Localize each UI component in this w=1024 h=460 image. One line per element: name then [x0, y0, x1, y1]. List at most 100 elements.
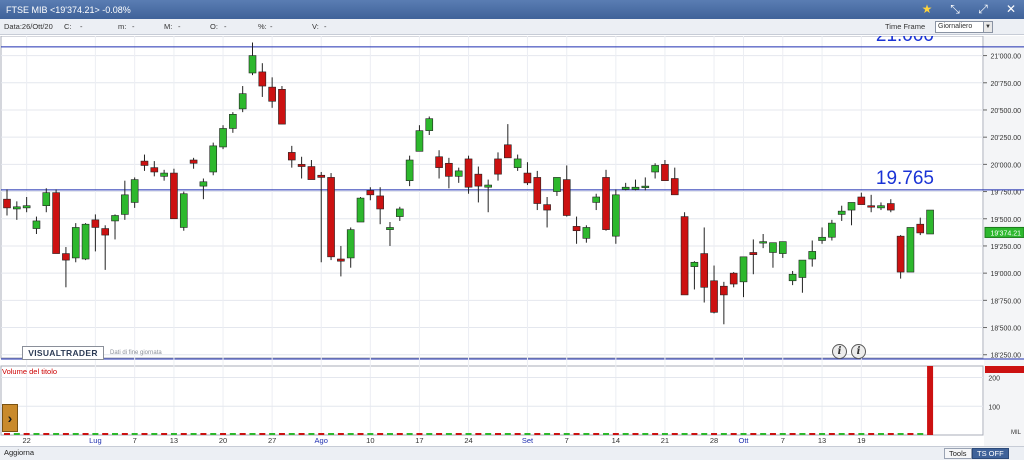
candle-body: [720, 285, 728, 296]
price-tick-label: 20'250.00: [990, 135, 1021, 142]
volume-tick-label: 200: [988, 376, 1000, 383]
time-tick-label: 24: [464, 436, 472, 445]
candle-body: [219, 128, 227, 148]
time-tick-label: 13: [818, 436, 826, 445]
candle-body: [268, 86, 276, 102]
timeframe-select[interactable]: Giornaliero ▼: [935, 21, 993, 33]
price-tick-label: 19'250.00: [990, 244, 1021, 251]
candle-body: [42, 192, 51, 207]
tools-button[interactable]: Tools: [944, 448, 972, 459]
price-tick-label: 21'000.00: [990, 54, 1021, 61]
bottom-toolbar: Aggiorna Tools TS OFF: [0, 446, 1024, 460]
info-icon-2[interactable]: i: [851, 344, 866, 359]
candle-body: [435, 156, 443, 168]
candle-body: [661, 164, 669, 181]
max-value: -: [178, 22, 181, 31]
candle-body: [22, 205, 31, 209]
time-tick-label: 22: [22, 436, 30, 445]
candle-body: [572, 226, 581, 232]
candle-body: [52, 192, 60, 254]
info-icon[interactable]: i: [832, 344, 847, 359]
close-value: -: [80, 22, 83, 31]
time-tick-label: 28: [710, 436, 718, 445]
candle-body: [425, 118, 434, 131]
candle-body: [543, 204, 551, 211]
candle-body: [710, 280, 718, 313]
volume-value: -: [324, 22, 327, 31]
candle-body: [916, 223, 925, 234]
candle-body: [562, 179, 571, 216]
date-field: Data:26/Ott/20: [4, 22, 53, 31]
dropdown-arrow-icon[interactable]: ▼: [983, 22, 992, 32]
time-tick-label: Set: [522, 436, 534, 445]
candle-body: [121, 194, 129, 215]
candle-body: [170, 172, 178, 220]
candle-body: [199, 181, 208, 187]
candle-body: [690, 261, 699, 267]
visualtrader-logo: VISUALTRADER: [22, 346, 104, 360]
candle-body: [287, 152, 296, 161]
candle-body: [189, 159, 198, 164]
candle-body: [641, 185, 650, 188]
candle-body: [81, 223, 90, 260]
candle-body: [91, 219, 100, 228]
candle-body: [356, 197, 365, 223]
candle-body: [533, 177, 542, 204]
collapse-icon[interactable]: ⤢: [976, 2, 990, 17]
candle-body: [700, 253, 709, 288]
pct-value: -: [270, 22, 273, 31]
candle-body: [376, 195, 384, 210]
time-tick-label: Ago: [315, 436, 328, 445]
candle-body: [808, 251, 817, 260]
refresh-label[interactable]: Aggiorna: [4, 448, 34, 457]
price-tick-label: 18'750.00: [990, 298, 1021, 305]
time-tick-label: 21: [661, 436, 669, 445]
candle-body: [553, 177, 561, 192]
candle-body: [297, 164, 306, 167]
level-label: 19.765: [876, 168, 934, 189]
candle-body: [494, 158, 502, 175]
candle-body: [238, 93, 247, 110]
candle-body: [248, 55, 257, 74]
time-tick-label: 7: [781, 436, 785, 445]
expand-panel-arrow-icon[interactable]: ›: [2, 404, 18, 432]
volume-panel-title: Volume del titolo: [2, 367, 58, 376]
time-tick-label: 7: [565, 436, 569, 445]
candle-body: [278, 89, 286, 125]
volume-label: V:: [312, 22, 319, 31]
open-label: O:: [210, 22, 218, 31]
time-tick-label: 20: [219, 436, 227, 445]
candle-body: [877, 205, 885, 209]
candle-body: [346, 229, 355, 259]
candle-body: [886, 203, 895, 211]
time-tick-label: 17: [415, 436, 423, 445]
candle-body: [680, 216, 689, 296]
candle-body: [818, 236, 826, 241]
logo-subtitle: Dati di fine giornata: [110, 350, 162, 356]
pct-label: %:: [258, 22, 267, 31]
time-tick-label: 13: [170, 436, 178, 445]
candle-body: [749, 252, 758, 255]
chart-area[interactable]: 21'000.00 20'750.00 20'500.00 20'250.00 20'0…: [0, 36, 1024, 446]
candle-body: [769, 242, 777, 253]
candle-body: [828, 222, 836, 238]
ts-off-button[interactable]: TS OFF: [972, 448, 1009, 459]
expand-icon[interactable]: ⤡: [948, 2, 962, 17]
price-tick-label: 18'250.00: [990, 353, 1021, 360]
candle-body: [111, 215, 119, 222]
time-tick-label: Ott: [738, 436, 749, 445]
candle-body: [592, 196, 601, 203]
candle-body: [258, 71, 267, 87]
close-icon[interactable]: ✕: [1004, 2, 1018, 17]
star-icon[interactable]: ★: [920, 2, 934, 17]
candle-body: [739, 256, 748, 283]
candle-body: [71, 227, 80, 259]
candle-body: [229, 114, 237, 129]
price-tick-label: 20'500.00: [990, 108, 1021, 115]
candle-body: [454, 170, 463, 177]
time-tick-label: Lug: [89, 436, 102, 445]
candle-body: [759, 241, 767, 244]
time-tick-label: 7: [133, 436, 137, 445]
candle-body: [464, 158, 473, 188]
candle-body: [140, 160, 149, 166]
